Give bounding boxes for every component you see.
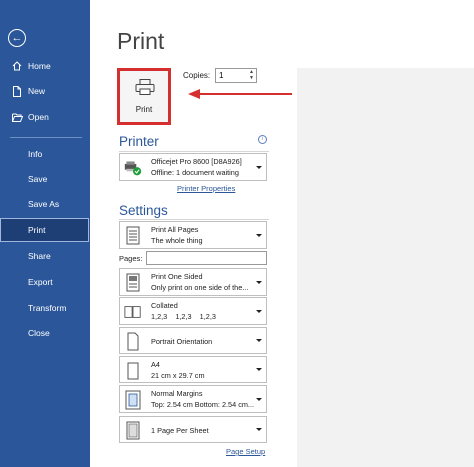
backstage-sidebar: ← Home New Open Info Save Save As Print … xyxy=(0,0,90,467)
pages-label: Pages: xyxy=(119,254,143,263)
pages-input[interactable] xyxy=(146,251,267,265)
new-document-icon xyxy=(10,85,24,97)
portrait-page-icon xyxy=(127,332,139,351)
chevron-down-icon xyxy=(256,310,262,313)
sidebar-item-info[interactable]: Info xyxy=(0,142,90,166)
sidebar-item-label: Home xyxy=(28,61,51,71)
pages-per-sheet-dropdown[interactable]: 1 Page Per Sheet xyxy=(119,416,267,443)
collated-icon xyxy=(124,306,141,318)
sidebar-item-share[interactable]: Share xyxy=(0,244,90,268)
copies-value: 1 xyxy=(219,71,224,80)
pages-icon xyxy=(126,226,140,245)
sidebar-item-label: Share xyxy=(28,251,51,261)
divider xyxy=(119,219,269,220)
info-icon[interactable]: i xyxy=(258,135,267,144)
sides-dropdown[interactable]: Print One Sided Only print on one side o… xyxy=(119,268,267,296)
copies-label: Copies: xyxy=(183,71,211,80)
chevron-down-icon xyxy=(256,234,262,237)
sidebar-item-open[interactable]: Open xyxy=(0,105,90,129)
page-title: Print xyxy=(117,28,165,54)
sidebar-item-label: Transform xyxy=(28,303,67,313)
paper-size-desc: 21 cm x 29.7 cm xyxy=(151,371,205,380)
paper-size-icon xyxy=(127,362,139,380)
print-button-label: Print xyxy=(135,105,153,114)
divider xyxy=(119,151,269,152)
print-preview-pane xyxy=(297,68,474,467)
printer-dropdown[interactable]: Officejet Pro 8600 [D8A926] Offline: 1 d… xyxy=(119,153,267,181)
chevron-down-icon xyxy=(256,281,262,284)
margins-dropdown[interactable]: Normal Margins Top: 2.54 cm Bottom: 2.54… xyxy=(119,385,267,413)
print-button[interactable]: Print xyxy=(117,68,171,125)
sidebar-item-export[interactable]: Export xyxy=(0,270,90,294)
chevron-down-icon xyxy=(256,428,262,431)
margins-icon xyxy=(125,390,141,410)
sidebar-item-label: New xyxy=(28,86,46,96)
sidebar-item-new[interactable]: New xyxy=(0,79,90,103)
printer-heading: Printer xyxy=(119,134,159,149)
sidebar-item-label: Save As xyxy=(28,199,60,209)
settings-heading: Settings xyxy=(119,203,168,218)
print-range-dropdown[interactable]: Print All Pages The whole thing xyxy=(119,221,267,249)
printer-properties-link[interactable]: Printer Properties xyxy=(177,184,235,193)
sidebar-item-label: Close xyxy=(28,328,50,338)
chevron-down-icon xyxy=(256,398,262,401)
sides-value: Print One Sided xyxy=(151,272,203,281)
sidebar-divider xyxy=(10,137,82,138)
chevron-down-icon xyxy=(256,368,262,371)
pages-per-sheet-value: 1 Page Per Sheet xyxy=(151,426,209,435)
home-icon xyxy=(10,61,24,71)
printer-name: Officejet Pro 8600 [D8A926] xyxy=(151,157,242,166)
sides-desc: Only print on one side of the... xyxy=(151,283,249,292)
one-sided-icon xyxy=(126,273,140,292)
back-arrow-icon[interactable]: ← xyxy=(8,29,26,47)
margins-value: Normal Margins xyxy=(151,389,203,398)
sidebar-item-print[interactable]: Print xyxy=(0,218,89,242)
sidebar-item-close[interactable]: Close xyxy=(0,321,90,345)
printer-status: Offline: 1 document waiting xyxy=(151,168,239,177)
paper-size-value: A4 xyxy=(151,360,160,369)
orientation-value: Portrait Orientation xyxy=(151,337,213,346)
chevron-down-icon xyxy=(256,166,262,169)
printer-icon xyxy=(135,79,155,95)
page-setup-link[interactable]: Page Setup xyxy=(226,447,265,456)
orientation-dropdown[interactable]: Portrait Orientation xyxy=(119,327,267,354)
copies-stepper[interactable]: 1 ▲ ▼ xyxy=(215,68,257,83)
sidebar-item-save-as[interactable]: Save As xyxy=(0,192,90,216)
annotation-arrow-icon xyxy=(188,89,292,99)
collation-dropdown[interactable]: Collated 1,2,3 1,2,3 1,2,3 xyxy=(119,297,267,325)
collation-desc: 1,2,3 1,2,3 1,2,3 xyxy=(151,312,216,321)
sidebar-item-label: Info xyxy=(28,149,43,159)
printer-ready-icon xyxy=(124,161,142,176)
sidebar-item-home[interactable]: Home xyxy=(0,54,90,78)
sidebar-item-label: Open xyxy=(28,112,49,122)
print-range-desc: The whole thing xyxy=(151,236,203,245)
folder-open-icon xyxy=(10,113,24,122)
sidebar-item-label: Export xyxy=(28,277,53,287)
sidebar-item-save[interactable]: Save xyxy=(0,167,90,191)
sidebar-item-transform[interactable]: Transform xyxy=(0,296,90,320)
sidebar-item-label: Save xyxy=(28,174,48,184)
paper-size-dropdown[interactable]: A4 21 cm x 29.7 cm xyxy=(119,356,267,383)
pages-per-sheet-icon xyxy=(126,421,140,440)
print-range-value: Print All Pages xyxy=(151,225,199,234)
sidebar-item-label: Print xyxy=(28,225,46,235)
chevron-down-icon xyxy=(256,339,262,342)
margins-desc: Top: 2.54 cm Bottom: 2.54 cm... xyxy=(151,400,255,409)
collation-value: Collated xyxy=(151,301,178,310)
spin-arrows-icon[interactable]: ▲ ▼ xyxy=(249,69,254,81)
